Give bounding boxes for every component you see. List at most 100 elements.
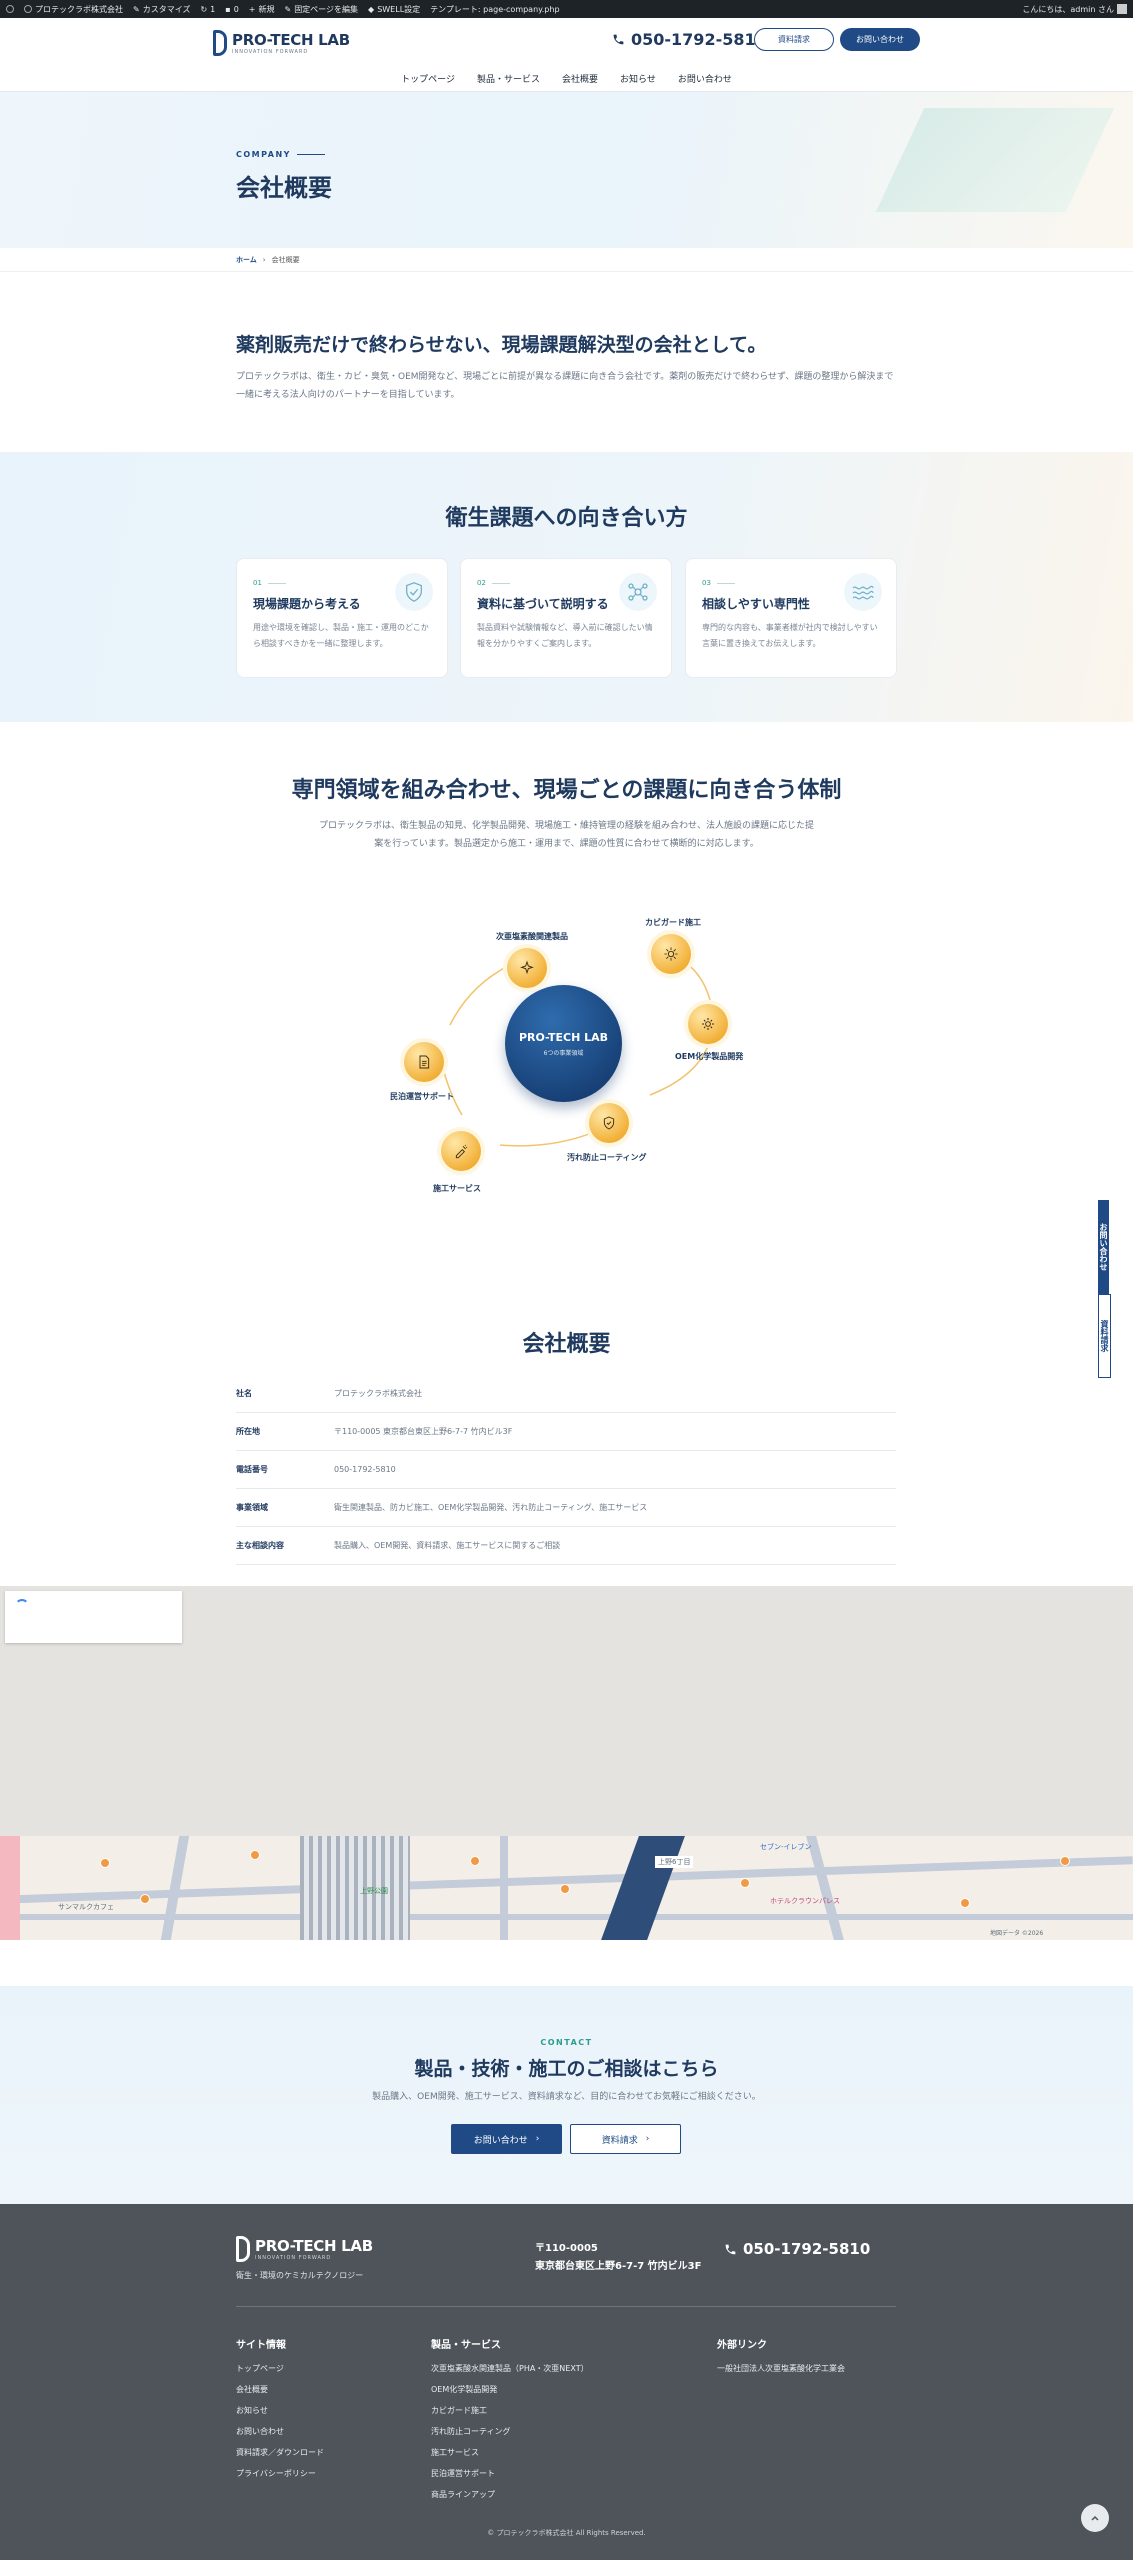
site-logo[interactable]: PRO-TECH LAB INNOVATION FORWARD <box>213 30 350 56</box>
row-value: プロテックラボ株式会社 <box>334 1389 422 1398</box>
document-icon <box>404 1042 444 1082</box>
footer-col-external: 外部リンク 一般社団法人次亜塩素酸化学工業会 <box>717 2336 845 2384</box>
footer-logo[interactable]: PRO-TECH LAB INNOVATION FORWARD <box>236 2236 373 2262</box>
admin-edit-page[interactable]: ✎ 固定ページを編集 <box>284 4 358 15</box>
breadcrumb-home[interactable]: ホーム <box>236 255 257 265</box>
footer-col-products: 製品・サービス 次亜塩素酸水関連製品（PHA・次亜NEXT） OEM化学製品開発… <box>431 2336 589 2510</box>
footer-link[interactable]: カビガード施工 <box>431 2405 589 2416</box>
row-key: 社名 <box>236 1389 252 1398</box>
footer-link[interactable]: 一般社団法人次亜塩素酸化学工業会 <box>717 2363 845 2374</box>
site-footer: PRO-TECH LAB INNOVATION FORWARD 衛生・環境のケミ… <box>0 2204 1133 2560</box>
table-row: 主な相談内容 製品購入、OEM開発、資料請求、施工サービスに関するご相談 <box>236 1527 896 1565</box>
side-contact-tab[interactable]: お問い合わせ <box>1098 1200 1109 1294</box>
card-number: 01 <box>253 579 262 587</box>
chevron-up-icon <box>1091 2515 1099 2521</box>
approach-card: 02 資料に基づいて説明する 製品資料や試験情報など、導入前に確認したい情報を分… <box>460 558 672 678</box>
logo-mark-icon <box>236 2236 250 2262</box>
side-document-tab[interactable]: 資料請求 <box>1098 1294 1111 1378</box>
logo-name: PRO-TECH LAB <box>232 31 350 49</box>
approach-card: 03 相談しやすい専門性 専門的な内容も、事業者様が社内で検討しやすい言葉に置き… <box>685 558 897 678</box>
business-domain-diagram: PRO-TECH LAB 6つの事業領域 次亜塩素酸関連製品 カビガード施工 O… <box>380 905 760 1205</box>
footer-tagline: 衛生・環境のケミカルテクノロジー <box>236 2271 364 2280</box>
footer-link[interactable]: 次亜塩素酸水関連製品（PHA・次亜NEXT） <box>431 2363 589 2374</box>
row-value: 050-1792-5810 <box>334 1465 396 1474</box>
admin-comments[interactable]: ▪ 0 <box>225 5 239 14</box>
admin-customize[interactable]: ✎ カスタマイズ <box>133 4 190 15</box>
row-value: 衛生関連製品、防カビ施工、OEM化学製品開発、汚れ防止コーティング、施工サービス <box>334 1503 648 1512</box>
card-description: 製品資料や試験情報など、導入前に確認したい情報を分かりやすくご案内します。 <box>477 623 653 648</box>
footer-link[interactable]: 民泊運営サポート <box>431 2468 589 2479</box>
footer-link[interactable]: 汚れ防止コーティング <box>431 2426 589 2437</box>
header-document-button[interactable]: 資料請求 <box>754 28 834 51</box>
wp-logo-icon[interactable] <box>6 5 14 13</box>
shield-icon <box>589 1103 629 1143</box>
core-title: PRO-TECH LAB <box>518 1030 609 1044</box>
footer-link[interactable]: プライバシーポリシー <box>236 2468 324 2479</box>
chevron-right-icon: › <box>645 2134 650 2144</box>
phone-icon <box>725 2244 736 2254</box>
intro-text: プロテックラボは、衛生・カビ・臭気・OEM開発など、現場ごとに前提が異なる課題に… <box>236 372 894 400</box>
header-phone-number: 050-1792-5810 <box>631 30 767 49</box>
map-label: サンマルクカフェ <box>58 1903 114 1911</box>
table-row: 社名 プロテックラボ株式会社 <box>236 1375 896 1413</box>
footer-link[interactable]: 会社概要 <box>236 2384 324 2395</box>
comment-icon: ▪ <box>225 4 231 14</box>
gear-icon <box>688 1004 728 1044</box>
admin-account[interactable]: こんにちは、admin さん <box>1022 4 1127 15</box>
admin-new[interactable]: + 新規 <box>249 4 275 15</box>
footer-link[interactable]: 施工サービス <box>431 2447 589 2458</box>
admin-updates[interactable]: ↻ 1 <box>200 5 215 14</box>
breadcrumb-separator: › <box>262 255 266 264</box>
footer-link[interactable]: 商品ラインアップ <box>431 2489 589 2500</box>
cta-label: CONTACT <box>540 2038 593 2047</box>
footer-address: 〒110-0005 東京都台東区上野6-7-7 竹内ビル3F <box>535 2243 702 2272</box>
node-label-coating: 汚れ防止コーティング <box>567 1153 647 1162</box>
google-map[interactable]: 上野6丁目 セブン-イレブン ホテルクラウンパレス サンマルクカフェ 上野公園 … <box>0 1586 1133 1940</box>
table-row: 電話番号 050-1792-5810 <box>236 1451 896 1489</box>
footer-link[interactable]: お知らせ <box>236 2405 324 2416</box>
row-key: 所在地 <box>236 1427 260 1436</box>
admin-bar: プロテックラボ株式会社 ✎ カスタマイズ ↻ 1 ▪ 0 + 新規 ✎ 固定ページを編集 … <box>0 0 1133 18</box>
plus-icon: + <box>248 4 256 14</box>
card-number: 02 <box>477 579 486 587</box>
footer-link[interactable]: トップページ <box>236 2363 324 2374</box>
card-number: 03 <box>702 579 711 587</box>
node-label-hypochlorous: 次亜塩素酸関連製品 <box>496 932 568 941</box>
spray-icon <box>441 1131 481 1171</box>
row-key: 事業領域 <box>236 1503 268 1512</box>
intro-title: 薬剤販売だけで終わらせない、現場課題解決型の会社として。 <box>236 334 767 356</box>
cta-document-button[interactable]: 資料請求 › <box>570 2124 681 2154</box>
map-attribution: 地図データ ©2026 <box>990 1930 1044 1937</box>
map-loading-panel <box>5 1591 182 1643</box>
cta-title: 製品・技術・施工のご相談はこちら <box>414 2058 719 2080</box>
footer-link[interactable]: OEM化学製品開発 <box>431 2384 589 2395</box>
footer-link[interactable]: お問い合わせ <box>236 2426 324 2437</box>
table-row: 事業領域 衛生関連製品、防カビ施工、OEM化学製品開発、汚れ防止コーティング、施工… <box>236 1489 896 1527</box>
system-text: プロテックラボは、衛生製品の知見、化学製品開発、現場施工・維持管理の経験を組み合… <box>318 821 814 849</box>
map-label: 上野公園 <box>360 1887 388 1895</box>
company-table: 社名 プロテックラボ株式会社 所在地 〒110-0005 東京都台東区上野6-7-7… <box>236 1375 896 1565</box>
logo-mark-icon <box>213 30 227 56</box>
molecule-icon <box>619 573 657 611</box>
contact-cta: CONTACT 製品・技術・施工のご相談はこちら 製品購入、OEM開発、施工サー… <box>0 1986 1133 2204</box>
hero-label: COMPANY <box>236 150 325 159</box>
header-phone[interactable]: 050-1792-5810 <box>612 30 767 49</box>
map-tiles[interactable]: 上野6丁目 セブン-イレブン ホテルクラウンパレス サンマルクカフェ 上野公園 … <box>0 1836 1133 1940</box>
footer-col-site: サイト情報 トップページ 会社概要 お知らせ お問い合わせ 資料請求／ダウンロー… <box>236 2336 324 2489</box>
approach-title: 衛生課題への向き合い方 <box>445 506 688 531</box>
map-label: セブン-イレブン <box>760 1843 812 1851</box>
admin-site-name[interactable]: プロテックラボ株式会社 <box>24 4 123 15</box>
footer-link[interactable]: 資料請求／ダウンロード <box>236 2447 324 2458</box>
cta-text: 製品購入、OEM開発、施工サービス、資料請求など、目的に合わせてお気軽にご相談く… <box>372 2092 761 2102</box>
sun-gear-icon <box>651 934 691 974</box>
footer-phone[interactable]: 050-1792-5810 <box>724 2240 870 2258</box>
admin-swell[interactable]: ◆ SWELL設定 <box>368 4 420 15</box>
brush-icon: ✎ <box>133 4 140 14</box>
header-contact-button[interactable]: お問い合わせ <box>840 28 920 51</box>
approach-section: 衛生課題への向き合い方 01 現場課題から考える 用途や環境を確認し、製品・施工… <box>0 452 1133 722</box>
cta-contact-button[interactable]: お問い合わせ › <box>451 2124 562 2154</box>
pencil-icon: ✎ <box>284 4 292 14</box>
card-description: 専門的な内容も、事業者様が社内で検討しやすい言葉に置き換えてお伝えします。 <box>702 623 878 648</box>
side-tabs: お問い合わせ 資料請求 <box>1098 1200 1133 1378</box>
site-header: PRO-TECH LAB INNOVATION FORWARD 050-1792… <box>0 18 1133 96</box>
